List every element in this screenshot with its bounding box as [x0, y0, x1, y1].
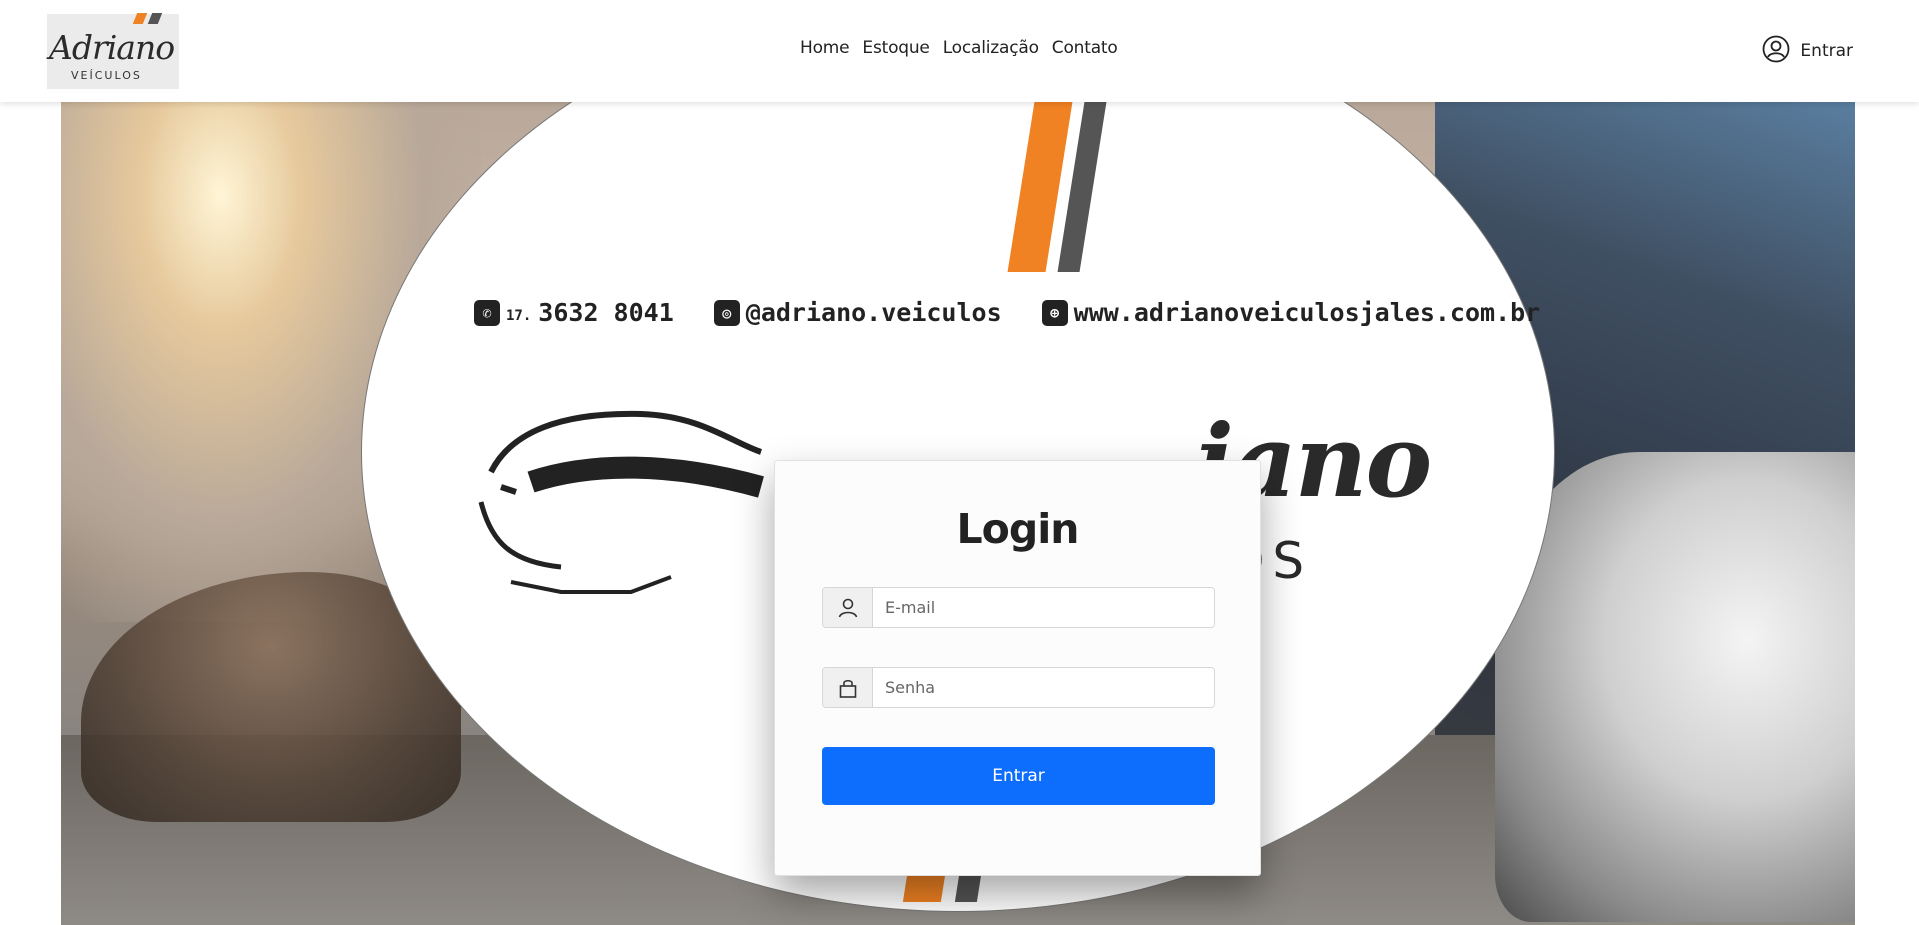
email-field-group: [822, 587, 1215, 628]
phone-prefix: 17.: [506, 308, 532, 324]
phone-number: 3632 8041: [538, 298, 674, 327]
lock-icon: [823, 668, 873, 707]
logo-gray-stripe: [147, 13, 163, 24]
login-submit-button[interactable]: Entrar: [822, 747, 1215, 805]
nav-estoque[interactable]: Estoque: [862, 38, 929, 58]
email-input[interactable]: [873, 588, 1214, 627]
top-navbar: Adriano VEÍCULOS Home Estoque Localizaçã…: [0, 0, 1919, 102]
globe-icon: ⊕: [1041, 299, 1068, 326]
car-sketch-image: [478, 410, 764, 594]
logo-subtitle: VEÍCULOS: [71, 69, 142, 82]
whatsapp-icon: ✆: [474, 299, 500, 326]
main-nav: Home Estoque Localização Contato: [800, 38, 1118, 58]
hero-banner: ✆ 17. 3632 8041 ◎ @adriano.veiculos ⊕ ww…: [61, 102, 1855, 925]
nav-home[interactable]: Home: [800, 38, 850, 58]
password-input[interactable]: [873, 668, 1214, 707]
password-field-group: [822, 667, 1215, 708]
login-link-label: Entrar: [1800, 41, 1853, 61]
logo-name: Adriano: [49, 28, 175, 67]
user-icon: [823, 588, 873, 627]
banner-contacts: ✆ 17. 3632 8041 ◎ @adriano.veiculos ⊕ ww…: [474, 298, 1540, 327]
instagram-icon: ◎: [713, 299, 740, 326]
nav-contato[interactable]: Contato: [1052, 38, 1118, 58]
banner-phone: ✆ 17. 3632 8041: [474, 298, 674, 327]
logo-orange-stripe: [132, 13, 148, 24]
login-title: Login: [956, 505, 1080, 553]
login-card: Login Entrar: [774, 460, 1261, 876]
instagram-handle: @adriano.veiculos: [745, 298, 1002, 327]
user-circle-icon: [1762, 35, 1790, 67]
right-car-image: [1495, 452, 1855, 922]
nav-localizacao[interactable]: Localização: [943, 38, 1039, 58]
website-url: www.adrianoveiculosjales.com.br: [1073, 298, 1541, 327]
brand-logo[interactable]: Adriano VEÍCULOS: [47, 13, 179, 89]
banner-website: ⊕ www.adrianoveiculosjales.com.br: [1041, 298, 1541, 327]
login-link[interactable]: Entrar: [1762, 35, 1853, 67]
banner-instagram: ◎ @adriano.veiculos: [713, 298, 1002, 327]
